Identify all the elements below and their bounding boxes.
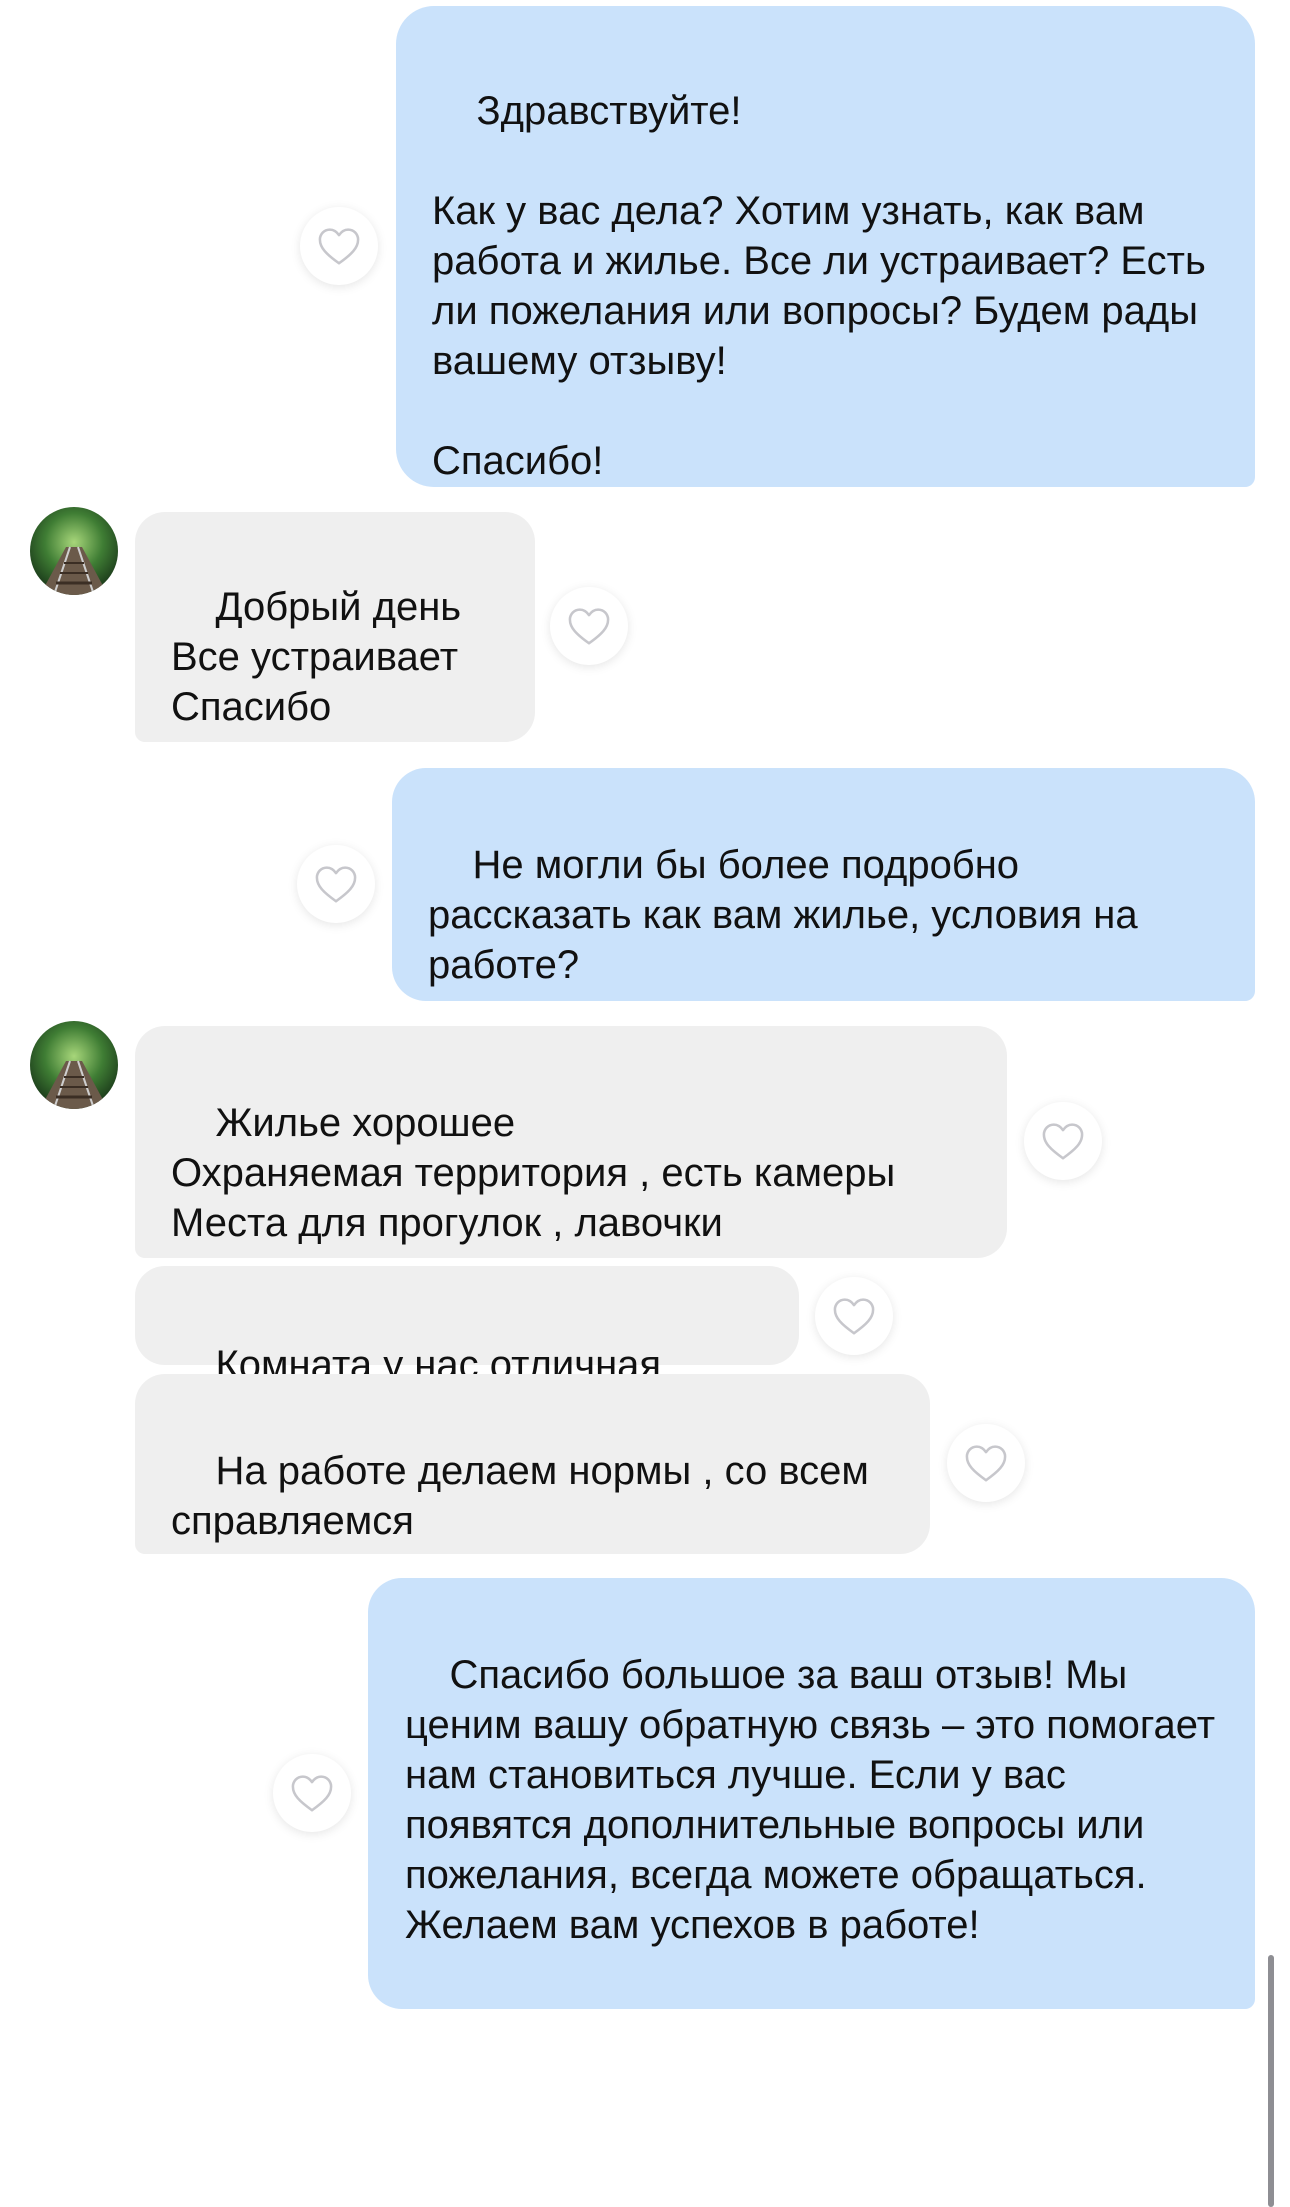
message-bubble-outgoing[interactable]: Не могли бы более подробно рассказать ка…	[392, 768, 1255, 1001]
message-bubble-incoming[interactable]: Добрый день Все устраивает Спасибо	[135, 512, 535, 742]
message-bubble-incoming[interactable]: Комната у нас отличная	[135, 1266, 799, 1387]
like-button[interactable]	[273, 1754, 351, 1832]
avatar-railway-forest-image	[30, 1021, 118, 1109]
like-button[interactable]	[1024, 1102, 1102, 1180]
message-text: Жилье хорошее Охраняемая территория , ес…	[171, 1101, 896, 1245]
heart-icon	[318, 228, 360, 265]
scrollbar[interactable]	[1268, 1955, 1274, 2207]
heart-icon	[965, 1445, 1007, 1482]
heart-icon	[291, 1775, 333, 1812]
like-button[interactable]	[300, 207, 378, 285]
like-button[interactable]	[297, 845, 375, 923]
chat-thread: Здравствуйте! Как у вас дела? Хотим узна…	[0, 0, 1290, 2207]
message-bubble-incoming[interactable]: На работе делаем нормы , со всем справля…	[135, 1374, 930, 1554]
message-text: Добрый день Все устраивает Спасибо	[171, 585, 462, 729]
heart-icon	[315, 866, 357, 903]
like-button[interactable]	[550, 587, 628, 665]
message-text: Не могли бы более подробно рассказать ка…	[428, 843, 1149, 987]
heart-icon	[568, 608, 610, 645]
avatar[interactable]	[30, 1021, 118, 1109]
message-text: Здравствуйте! Как у вас дела? Хотим узна…	[432, 89, 1206, 483]
message-bubble-outgoing[interactable]: Спасибо большое за ваш отзыв! Мы ценим в…	[368, 1578, 1255, 2009]
avatar[interactable]	[30, 507, 118, 595]
heart-icon	[833, 1298, 875, 1335]
message-bubble-incoming[interactable]: Жилье хорошее Охраняемая территория , ес…	[135, 1026, 1007, 1258]
message-bubble-outgoing[interactable]: Здравствуйте! Как у вас дела? Хотим узна…	[396, 6, 1255, 487]
message-text: На работе делаем нормы , со всем справля…	[171, 1449, 881, 1543]
heart-icon	[1042, 1123, 1084, 1160]
like-button[interactable]	[815, 1277, 893, 1355]
like-button[interactable]	[947, 1424, 1025, 1502]
avatar-railway-forest-image	[30, 507, 118, 595]
message-text: Спасибо большое за ваш отзыв! Мы ценим в…	[405, 1653, 1227, 1947]
